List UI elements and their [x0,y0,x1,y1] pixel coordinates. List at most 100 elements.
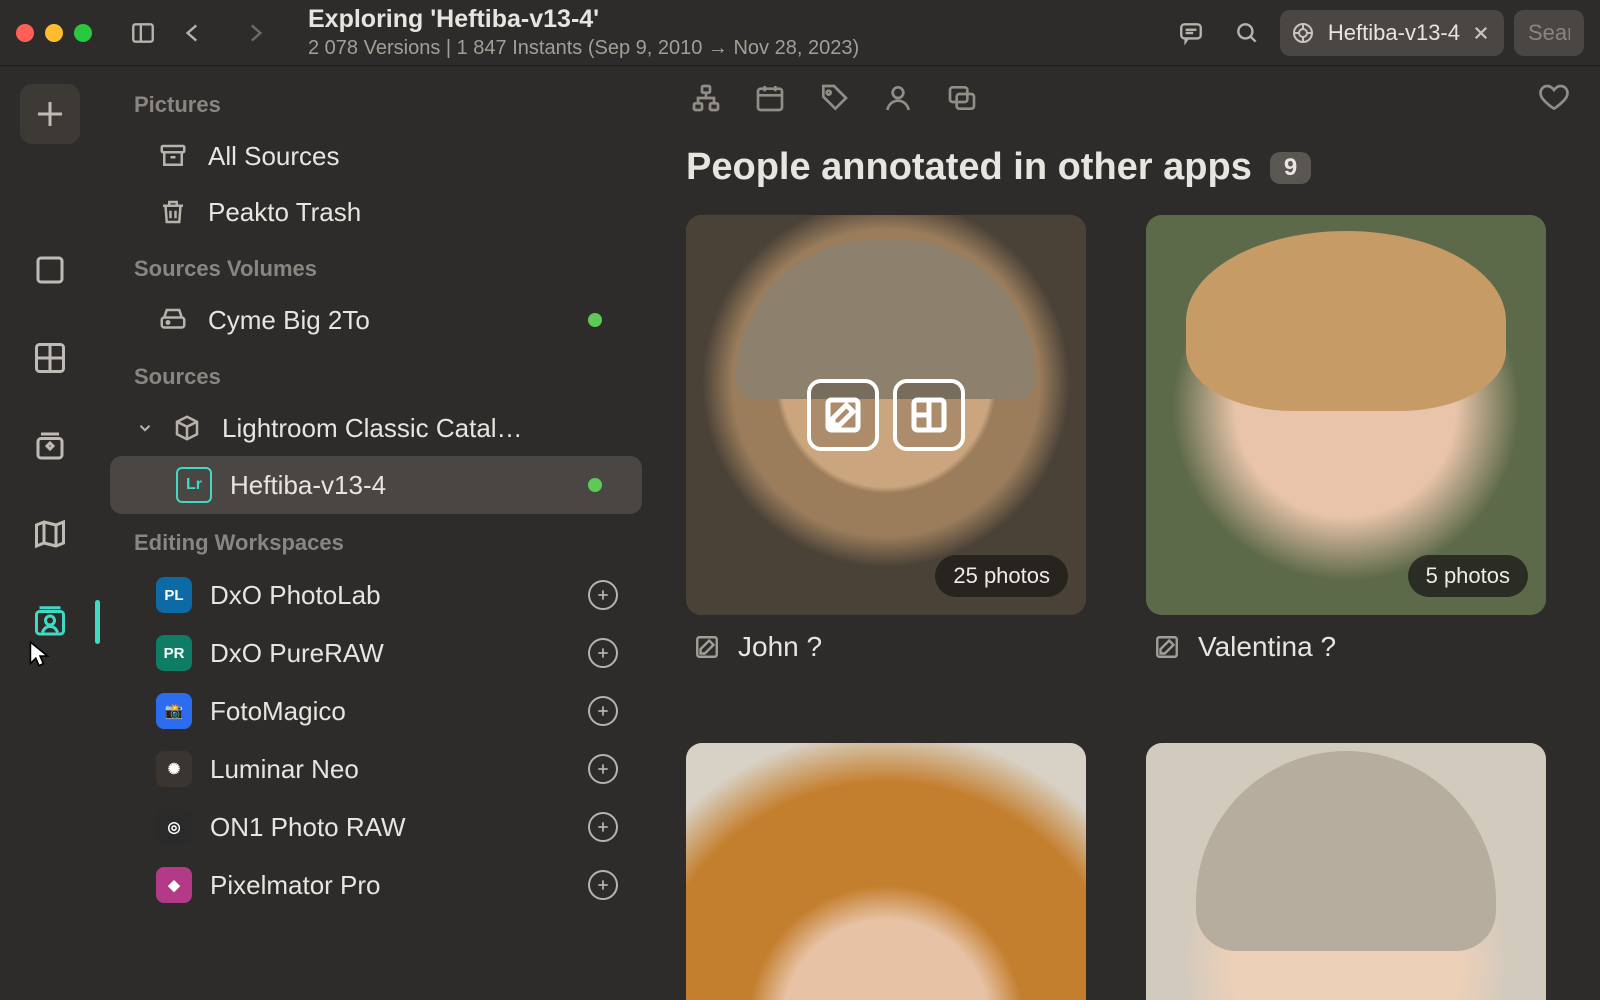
trash-icon [156,195,190,229]
person-card[interactable] [1146,743,1546,1000]
sidebar-section-sources: Sources [110,348,642,400]
lightroom-icon: Lr [176,467,212,503]
sidebar-item-workspace[interactable]: 📸 FotoMagico [110,682,642,740]
sidebar-item-lr-catalog[interactable]: Lightroom Classic Catal… [110,400,642,456]
add-workspace-button[interactable] [588,812,618,842]
chat-icon[interactable] [1168,10,1214,56]
app-badge-icon: ✺ [156,751,192,787]
rail-item-people[interactable] [20,592,80,652]
rail-item-smart[interactable] [20,416,80,476]
add-workspace-button[interactable] [588,580,618,610]
window-fullscreen-button[interactable] [74,24,92,42]
calendar-icon[interactable] [750,78,790,118]
sidebar-section-pictures: Pictures [110,76,642,128]
main-heading-count: 9 [1270,152,1311,184]
reviews-icon[interactable] [942,78,982,118]
sidebar-item-label: DxO PhotoLab [210,580,624,611]
person-thumbnail[interactable]: 5 photos [1146,215,1546,615]
window-traffic-lights [16,24,92,42]
titlebar: Exploring 'Heftiba-v13-4' 2 078 Versions… [0,0,1600,66]
app-badge-icon: ◎ [156,809,192,845]
add-workspace-button[interactable] [588,638,618,668]
app-badge-icon: ◆ [156,867,192,903]
photo-count-badge: 25 photos [935,555,1068,597]
people-grid: 25 photos John ? 5 photosValentina ? [660,215,1600,1000]
app-badge-icon: 📸 [156,693,192,729]
search-icon[interactable] [1224,10,1270,56]
sidebar-item-label: FotoMagico [210,696,624,727]
filter-chip-label: Heftiba-v13-4 [1328,20,1460,46]
edit-name-icon[interactable] [1152,632,1182,662]
nav-back-button[interactable] [166,10,220,56]
sidebar-item-label: ON1 Photo RAW [210,812,624,843]
cube-icon [170,411,204,445]
nav-forward-button[interactable] [228,10,282,56]
sidebar-section-workspaces: Editing Workspaces [110,514,642,566]
sidebar-item-label: Cyme Big 2To [208,305,624,336]
filter-chip-close-icon[interactable] [1470,22,1492,44]
sidebar-item-workspace[interactable]: ◎ ON1 Photo RAW [110,798,642,856]
face-image [686,743,1086,1000]
hierarchy-icon[interactable] [686,78,726,118]
add-workspace-button[interactable] [588,696,618,726]
rail-item-map[interactable] [20,504,80,564]
rail-add-button[interactable] [20,84,80,144]
sidebar-item-label: Pixelmator Pro [210,870,624,901]
edit-person-button[interactable] [807,379,879,451]
left-rail [0,66,100,1000]
face-image [1146,743,1546,1000]
sidebar-item-volume[interactable]: Cyme Big 2To [110,292,642,348]
heart-icon[interactable] [1534,78,1574,118]
ai-icon [1288,18,1318,48]
sidebar-item-workspace[interactable]: PR DxO PureRAW [110,624,642,682]
sidebar-item-label: DxO PureRAW [210,638,624,669]
search-field[interactable] [1514,10,1584,56]
window-subtitle: 2 078 Versions | 1 847 Instants (Sep 9, … [308,37,859,60]
sidebar-item-label: All Sources [208,141,624,172]
sidebar-item-trash[interactable]: Peakto Trash [110,184,642,240]
person-thumbnail[interactable] [1146,743,1546,1000]
main-heading-text: People annotated in other apps [686,146,1252,189]
sidebar-item-label: Lightroom Classic Catal… [222,413,624,444]
sidebar-item-workspace[interactable]: ✺ Luminar Neo [110,740,642,798]
search-input[interactable] [1528,20,1570,46]
person-card[interactable] [686,743,1086,1000]
sidebar-item-label: Luminar Neo [210,754,624,785]
person-card[interactable]: 5 photosValentina ? [1146,215,1546,663]
archive-icon [156,139,190,173]
status-dot-icon [588,313,602,327]
person-name: John ? [738,631,822,663]
window-close-button[interactable] [16,24,34,42]
person-thumbnail[interactable] [686,743,1086,1000]
drive-icon [156,303,190,337]
app-badge-icon: PL [156,577,192,613]
window-title: Exploring 'Heftiba-v13-4' [308,5,859,34]
main-content: People annotated in other apps 9 25 phot… [660,66,1600,1000]
person-card[interactable]: 25 photos John ? [686,215,1086,663]
main-heading: People annotated in other apps 9 [660,130,1600,215]
sidebar-toggle-button[interactable] [120,10,166,56]
app-badge-icon: PR [156,635,192,671]
rail-active-indicator [95,600,100,644]
add-workspace-button[interactable] [588,870,618,900]
sidebar-item-all-sources[interactable]: All Sources [110,128,642,184]
title-block: Exploring 'Heftiba-v13-4' 2 078 Versions… [308,5,859,60]
chevron-down-icon[interactable] [134,417,156,439]
window-minimize-button[interactable] [45,24,63,42]
sidebar: Pictures All Sources Peakto Trash Source… [100,66,660,1000]
photo-count-badge: 5 photos [1408,555,1528,597]
grid-view-button[interactable] [893,379,965,451]
edit-name-icon[interactable] [692,632,722,662]
sidebar-item-workspace[interactable]: ◆ Pixelmator Pro [110,856,642,914]
person-thumbnail[interactable]: 25 photos [686,215,1086,615]
rail-item-library[interactable] [20,240,80,300]
add-workspace-button[interactable] [588,754,618,784]
person-icon[interactable] [878,78,918,118]
sidebar-item-heftiba[interactable]: Lr Heftiba-v13-4 [110,456,642,514]
sidebar-item-label: Peakto Trash [208,197,624,228]
sidebar-item-workspace[interactable]: PL DxO PhotoLab [110,566,642,624]
filter-chip[interactable]: Heftiba-v13-4 [1280,10,1504,56]
tag-icon[interactable] [814,78,854,118]
rail-item-grid[interactable] [20,328,80,388]
main-toolbar [660,66,1600,130]
